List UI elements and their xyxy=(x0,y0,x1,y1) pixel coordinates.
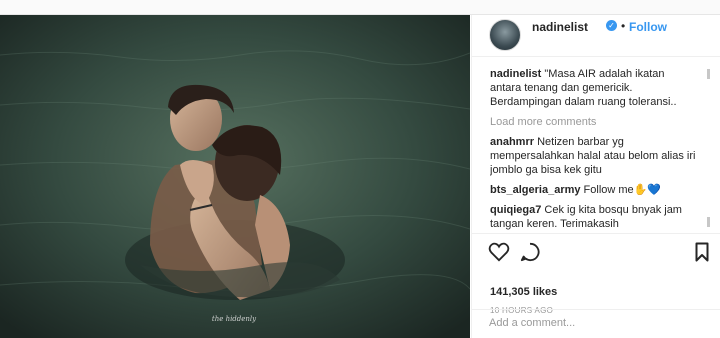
add-comment-input[interactable] xyxy=(489,317,699,329)
comment-item: quiqiega7 Cek ig kita bosqu bnyak jam ta… xyxy=(490,203,698,231)
comments-list: nadinelist "Masa AIR adalah ikatan antar… xyxy=(490,67,698,233)
likes-count[interactable]: 141,305 likes xyxy=(490,286,557,298)
post-side-panel: nadinelist ✓ • Follow nadinelist "Masa A… xyxy=(471,15,720,338)
header-username[interactable]: nadinelist xyxy=(532,20,588,34)
separator-dot: • xyxy=(621,19,626,33)
post-header: nadinelist ✓ • Follow xyxy=(472,15,720,57)
post-actions: 141,305 likes 10 HOURS AGO xyxy=(472,233,720,315)
comment-username[interactable]: bts_algeria_army xyxy=(490,184,581,196)
comments-scrollbar[interactable] xyxy=(707,67,710,233)
comment-username[interactable]: anahmrr xyxy=(490,136,534,148)
comment-username[interactable]: quiqiega7 xyxy=(490,204,541,216)
comment-bubble-icon[interactable] xyxy=(520,242,540,262)
photo-illustration: the hiddenly xyxy=(0,15,470,338)
add-comment-bar xyxy=(472,309,720,338)
load-more-comments-link[interactable]: Load more comments xyxy=(490,115,698,129)
heart-icon[interactable] xyxy=(488,242,510,262)
post-photo[interactable]: the hiddenly xyxy=(0,15,470,338)
comment-text: Follow me✋💙 xyxy=(580,184,662,196)
verified-badge-icon: ✓ xyxy=(606,20,617,31)
comment-item: anahmrr Netizen barbar yg mempersalahkan… xyxy=(490,135,698,177)
caption-username[interactable]: nadinelist xyxy=(490,68,541,80)
bookmark-icon[interactable] xyxy=(695,242,709,262)
instagram-post: the hiddenly nadinelist ✓ • Follow nadin… xyxy=(0,14,720,338)
photo-watermark: the hiddenly xyxy=(212,315,257,323)
follow-button[interactable]: Follow xyxy=(629,20,667,34)
caption: nadinelist "Masa AIR adalah ikatan antar… xyxy=(490,67,698,109)
avatar[interactable] xyxy=(489,19,521,51)
comment-item: bts_algeria_army Follow me✋💙 xyxy=(490,183,698,197)
